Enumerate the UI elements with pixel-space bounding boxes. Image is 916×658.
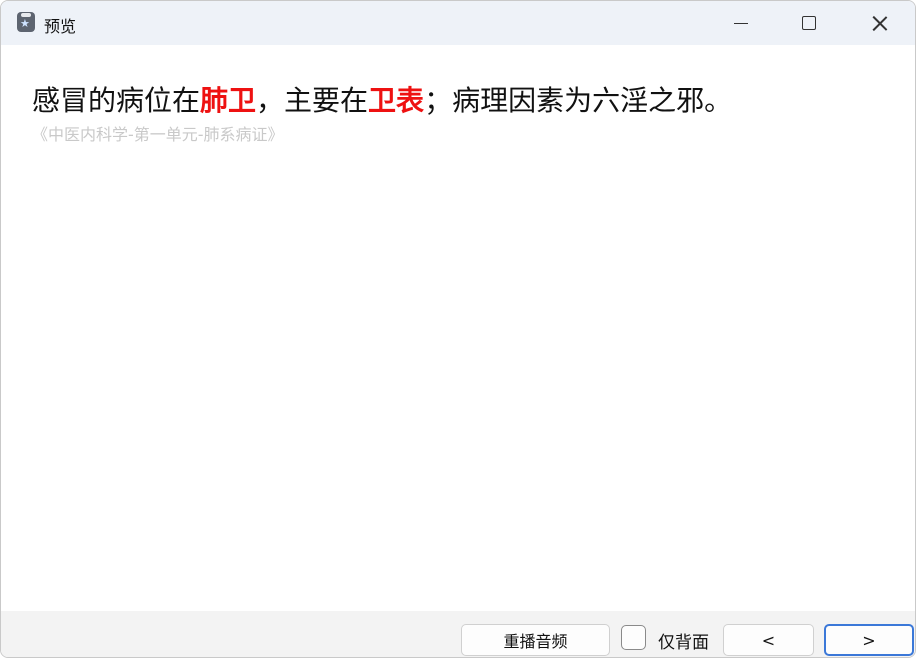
window-title: 预览 [44,17,77,36]
text-part: ；病理因素为六淫之邪。 [424,84,733,117]
next-button[interactable]: > [824,624,914,656]
card-question-text: 感冒的病位在肺卫，主要在卫表；病理因素为六淫之邪。 [32,79,732,119]
highlight-text: 肺卫 [200,84,257,117]
card-source: 《中医内科学-第一单元-肺系病证》 [32,125,284,144]
close-icon [872,15,888,31]
back-only-label[interactable]: 仅背面 [658,628,709,653]
minimize-icon [734,22,748,24]
back-only-checkbox[interactable] [621,625,646,650]
previous-button[interactable]: < [723,624,814,656]
text-part: 感冒的病位在 [32,84,201,117]
highlight-text: 卫表 [368,84,425,117]
title-bar[interactable]: ★ 预览 [1,1,915,45]
maximize-button[interactable] [786,1,832,45]
close-button[interactable] [857,1,903,45]
star-icon: ★ [20,17,30,30]
card-content: 感冒的病位在肺卫，主要在卫表；病理因素为六淫之邪。 《中医内科学-第一单元-肺系… [1,45,915,611]
text-part: ，主要在 [256,84,369,117]
preview-window: ★ 预览 感冒的病位在肺卫，主要在卫表；病理因素为六淫之邪。 《中医内科学-第一… [0,0,916,658]
bottom-toolbar: 重播音频 仅背面 < > [1,611,915,657]
card-app-icon: ★ [17,12,35,32]
minimize-button[interactable] [718,1,764,45]
replay-audio-button[interactable]: 重播音频 [461,624,610,656]
maximize-icon [802,16,816,30]
